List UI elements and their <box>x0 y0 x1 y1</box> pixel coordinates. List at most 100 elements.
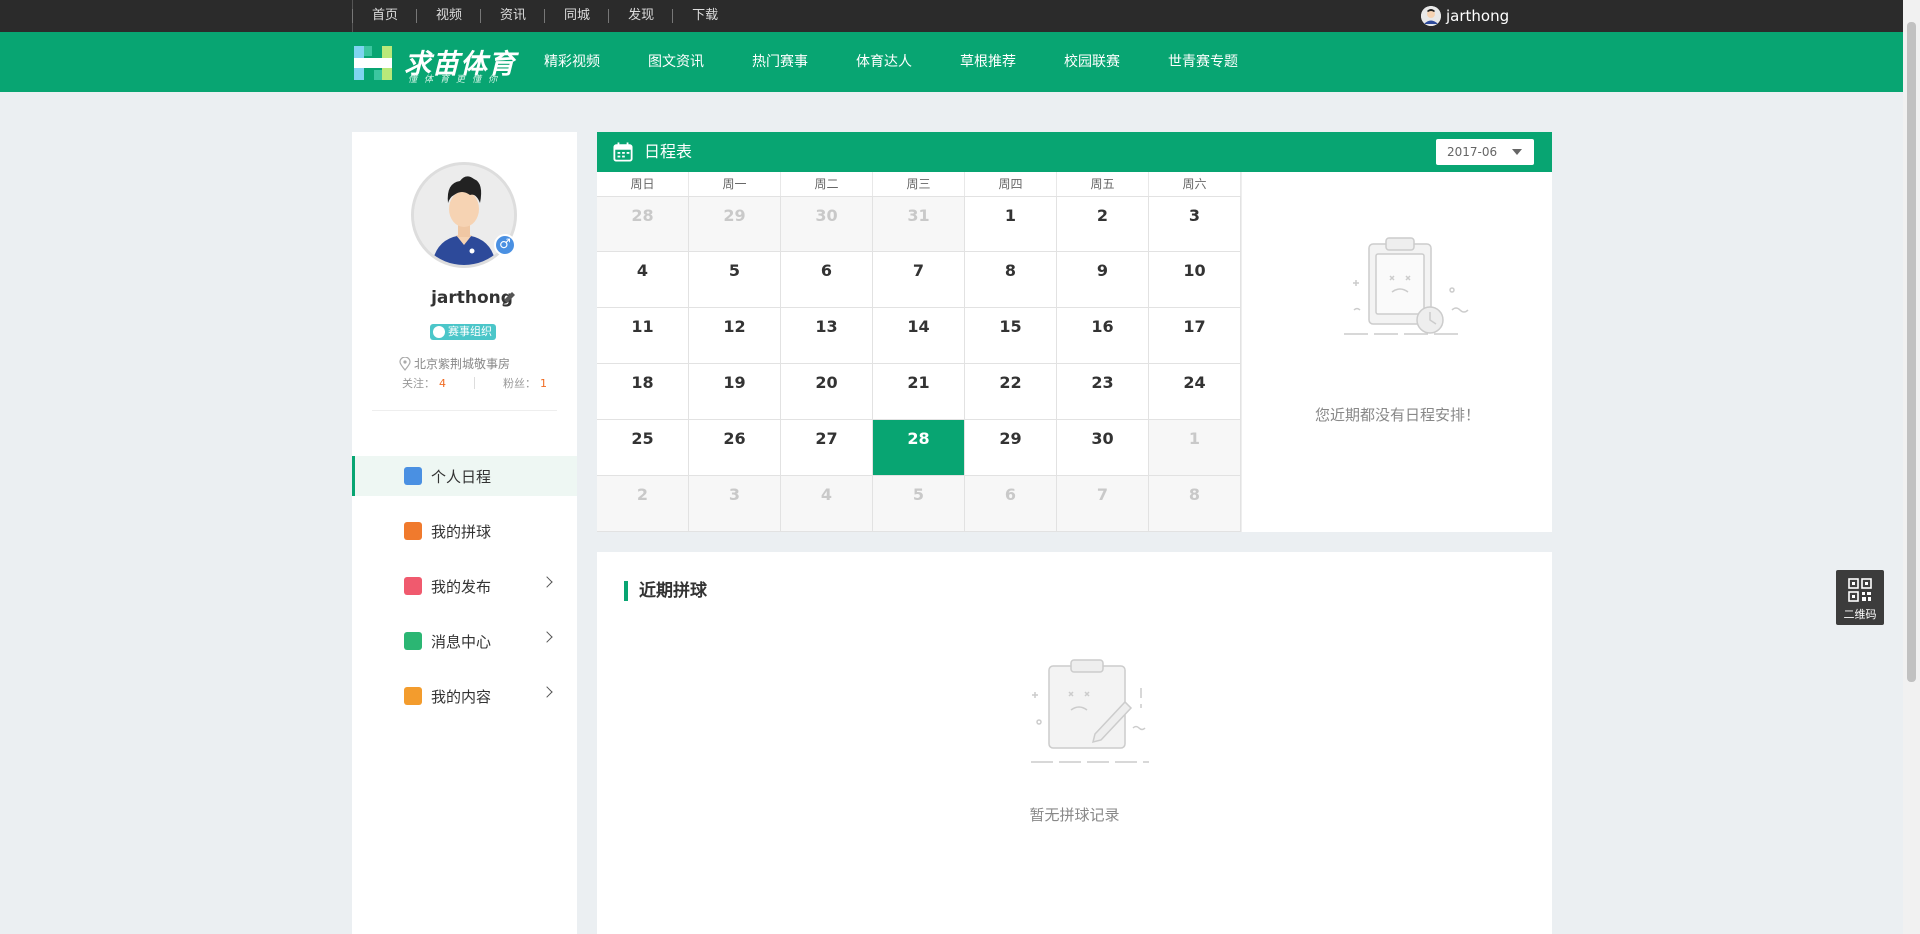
calendar-day[interactable]: 30 <box>1057 420 1149 476</box>
calendar-week-row: 28 29 30 31 1 2 3 <box>597 196 1241 252</box>
main-nav-link[interactable]: 热门赛事 <box>752 32 808 92</box>
top-nav-link[interactable]: 同城 <box>544 0 609 32</box>
calendar-day[interactable]: 3 <box>1149 196 1241 252</box>
side-menu-item[interactable]: 我的拼球 <box>352 511 577 551</box>
calendar-day[interactable]: 6 <box>781 252 873 308</box>
calendar-day[interactable]: 22 <box>965 364 1057 420</box>
main-nav-link[interactable]: 精彩视频 <box>544 32 600 92</box>
calendar-day[interactable]: 29 <box>965 420 1057 476</box>
calendar-day[interactable]: 14 <box>873 308 965 364</box>
calendar-week-row: 25 26 27 28 29 30 1 <box>597 420 1241 476</box>
calendar-day[interactable]: 5 <box>873 476 965 532</box>
role-badge-label: 赛事组织 <box>448 325 492 338</box>
top-nav-link[interactable]: 发现 <box>608 0 673 32</box>
calendar-day[interactable]: 26 <box>689 420 781 476</box>
weekday-label: 周五 <box>1057 172 1149 196</box>
calendar-day[interactable]: 9 <box>1057 252 1149 308</box>
calendar-day[interactable]: 4 <box>597 252 689 308</box>
follow-stat[interactable]: 关注： 4 <box>402 375 446 391</box>
gender-male-icon: ♂ <box>494 234 516 256</box>
empty-record-text: 暂无拼球记录 <box>1029 806 1120 824</box>
calendar-day[interactable]: 29 <box>689 196 781 252</box>
calendar-day[interactable]: 24 <box>1149 364 1241 420</box>
fans-stat[interactable]: 粉丝： 1 <box>503 375 547 391</box>
calendar-day[interactable]: 18 <box>597 364 689 420</box>
recent-games-card: 近期拼球 暂无拼球记录 <box>597 552 1552 934</box>
main-nav-link[interactable]: 校园联赛 <box>1064 32 1120 92</box>
top-nav-link[interactable]: 下载 <box>672 0 737 32</box>
side-menu-item[interactable]: 消息中心 <box>352 621 577 661</box>
calendar-day[interactable]: 4 <box>781 476 873 532</box>
page-scrollbar[interactable] <box>1903 0 1920 934</box>
top-nav-link[interactable]: 视频 <box>416 0 481 32</box>
main-nav-link[interactable]: 世青赛专题 <box>1168 32 1238 92</box>
calendar-day[interactable]: 8 <box>965 252 1057 308</box>
scrollbar-thumb[interactable] <box>1907 22 1916 682</box>
qr-code-button[interactable]: 二维码 <box>1836 570 1884 625</box>
calendar-day[interactable]: 21 <box>873 364 965 420</box>
side-menu-item[interactable]: 我的发布 <box>352 566 577 606</box>
divider <box>474 377 475 389</box>
message-icon <box>404 632 422 650</box>
site-logo[interactable]: 求苗体育 懂体育更懂你 <box>352 40 522 86</box>
month-select[interactable]: 2017-06 <box>1436 139 1534 165</box>
calendar-day[interactable]: 13 <box>781 308 873 364</box>
main-nav-link[interactable]: 图文资讯 <box>648 32 704 92</box>
calendar-day[interactable]: 31 <box>873 196 965 252</box>
side-menu-item[interactable]: 个人日程 <box>352 456 577 496</box>
recent-games-title: 近期拼球 <box>624 581 707 601</box>
puzzle-icon <box>404 522 422 540</box>
calendar-day[interactable]: 25 <box>597 420 689 476</box>
calendar-day[interactable]: 17 <box>1149 308 1241 364</box>
weekday-label: 周二 <box>781 172 873 196</box>
main-nav-link[interactable]: 体育达人 <box>856 32 912 92</box>
qr-code-icon <box>1848 578 1872 602</box>
calendar-day[interactable]: 19 <box>689 364 781 420</box>
follow-label: 关注： <box>402 377 435 390</box>
calendar-day[interactable]: 7 <box>1057 476 1149 532</box>
schedule-title: 日程表 <box>644 142 693 161</box>
side-menu-label: 我的发布 <box>431 577 492 596</box>
top-nav-link[interactable]: 资讯 <box>480 0 545 32</box>
calendar-day[interactable]: 11 <box>597 308 689 364</box>
main-nav-link[interactable]: 草根推荐 <box>960 32 1016 92</box>
calendar-day[interactable]: 1 <box>1149 420 1241 476</box>
weekday-label: 周日 <box>597 172 689 196</box>
main-header: 求苗体育 懂体育更懂你 精彩视频 图文资讯 热门赛事 体育达人 草根推荐 校园联赛 世青赛专… <box>0 32 1920 92</box>
calendar-day[interactable]: 8 <box>1149 476 1241 532</box>
calendar-icon <box>404 467 422 485</box>
calendar-day[interactable]: 2 <box>597 476 689 532</box>
calendar-day[interactable]: 27 <box>781 420 873 476</box>
top-nav-link[interactable]: 首页 <box>352 0 417 32</box>
calendar-day[interactable]: 28 <box>597 196 689 252</box>
weekday-label: 周四 <box>965 172 1057 196</box>
side-menu-item[interactable]: 我的内容 <box>352 676 577 716</box>
location-text: 北京紫荆城敬事房 <box>414 357 511 371</box>
calendar-day[interactable]: 23 <box>1057 364 1149 420</box>
top-username: jarthong <box>1446 7 1510 25</box>
month-select-value: 2017-06 <box>1447 145 1498 159</box>
calendar-day-today[interactable]: 28 <box>873 420 965 476</box>
calendar-day[interactable]: 3 <box>689 476 781 532</box>
schedule-card: 日程表 2017-06 周日 周一 周二 周三 周四 周五 周六 28 29 30 31 1 2 3 4 5 6… <box>597 132 1552 532</box>
empty-record-icon <box>1031 659 1149 763</box>
calendar-week-row: 2345678 <box>597 476 1241 532</box>
calendar-day[interactable]: 5 <box>689 252 781 308</box>
top-user-menu[interactable]: jarthong <box>1421 0 1509 32</box>
calendar-day[interactable]: 7 <box>873 252 965 308</box>
calendar-week-row: 4 5 6 7 8 9 10 <box>597 252 1241 308</box>
calendar-day[interactable]: 30 <box>781 196 873 252</box>
calendar-day[interactable]: 1 <box>965 196 1057 252</box>
calendar-day[interactable]: 6 <box>965 476 1057 532</box>
calendar-day[interactable]: 2 <box>1057 196 1149 252</box>
calendar-day[interactable]: 16 <box>1057 308 1149 364</box>
calendar-day[interactable]: 12 <box>689 308 781 364</box>
calendar-day[interactable]: 20 <box>781 364 873 420</box>
side-menu-label: 我的拼球 <box>431 522 492 541</box>
calendar-day[interactable]: 10 <box>1149 252 1241 308</box>
edit-pencil-icon[interactable] <box>500 289 520 309</box>
divider <box>372 410 557 411</box>
calendar-day[interactable]: 15 <box>965 308 1057 364</box>
calendar-grid: 周日 周一 周二 周三 周四 周五 周六 28 29 30 31 1 2 3 4 5 6 7 8 9 10 11 12 13 1… <box>597 172 1241 532</box>
logo-slogan: 懂体育更懂你 <box>408 75 505 85</box>
